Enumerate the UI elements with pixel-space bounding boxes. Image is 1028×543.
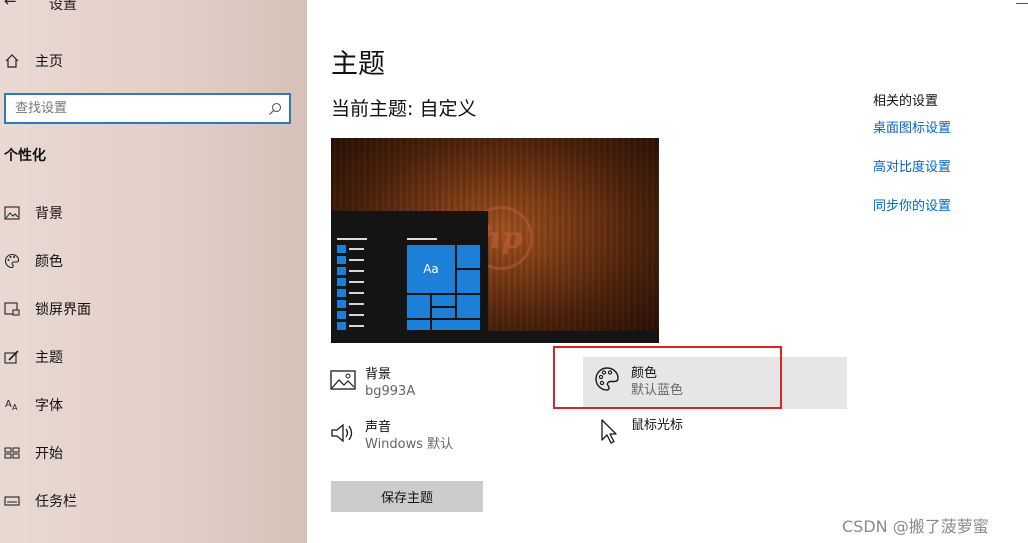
related-settings-title: 相关的设置 xyxy=(873,94,939,109)
taskbar-preview xyxy=(331,331,659,343)
background-option-label: 背景 xyxy=(365,367,392,382)
search-input[interactable] xyxy=(6,101,256,116)
current-theme-label: 当前主题: 自定义 xyxy=(331,98,477,120)
sidebar-item-taskbar[interactable]: 任务栏 xyxy=(0,489,300,513)
palette-icon xyxy=(2,251,22,271)
tile xyxy=(407,320,430,330)
sidebar-item-lock-screen[interactable]: 锁屏界面 xyxy=(0,297,300,321)
sidebar-item-label: 背景 xyxy=(35,206,63,222)
sound-option-text: 声音 Windows 默认 xyxy=(365,419,453,454)
tile xyxy=(432,295,455,306)
mouse-cursor-option-label: 鼠标光标 xyxy=(631,418,684,433)
back-arrow-icon[interactable]: ← xyxy=(4,0,17,10)
tile xyxy=(407,295,430,318)
tile xyxy=(432,320,480,330)
tile-aa: Aa xyxy=(407,245,455,293)
high-contrast-settings-link[interactable]: 高对比度设置 xyxy=(873,156,951,175)
speaker-icon xyxy=(329,419,357,447)
start-grid-icon xyxy=(2,443,22,463)
sidebar-item-label: 主页 xyxy=(35,54,63,70)
font-icon: AA xyxy=(2,395,22,415)
mouse-cursor-option[interactable]: 鼠标光标 xyxy=(593,417,793,449)
image-icon xyxy=(329,366,357,394)
sidebar-item-home[interactable]: 主页 xyxy=(0,50,63,72)
page-title: 主题 xyxy=(331,49,385,80)
svg-text:A: A xyxy=(5,399,12,410)
tile xyxy=(457,245,480,268)
watermark-text: CSDN @搬了菠萝蜜 xyxy=(842,517,989,536)
sidebar-item-label: 字体 xyxy=(35,398,63,414)
sound-option-value: Windows 默认 xyxy=(365,437,454,452)
sidebar-item-fonts[interactable]: AA 字体 xyxy=(0,393,300,417)
sound-option[interactable]: 声音 Windows 默认 xyxy=(329,419,529,459)
background-option-text: 背景 bg993A xyxy=(365,366,415,401)
tile xyxy=(457,270,480,293)
sidebar-item-background[interactable]: 背景 xyxy=(0,201,300,225)
menu-header-line xyxy=(337,238,367,240)
save-theme-button[interactable]: 保存主题 xyxy=(331,481,483,512)
taskbar-icon xyxy=(2,491,22,511)
sidebar: ← 设置 主页 个性化 背景 颜色 锁屏界面 主题 xyxy=(0,0,307,543)
svg-text:A: A xyxy=(12,403,18,412)
highlight-annotation-box xyxy=(553,346,782,409)
search-icon[interactable] xyxy=(268,101,282,120)
mouse-cursor-option-text: 鼠标光标 xyxy=(631,417,683,434)
background-option[interactable]: 背景 bg993A xyxy=(329,366,529,406)
tile xyxy=(457,295,480,318)
sidebar-item-label: 锁屏界面 xyxy=(35,302,91,318)
home-icon xyxy=(2,51,22,71)
cursor-arrow-icon xyxy=(593,417,621,445)
sidebar-item-label: 开始 xyxy=(35,446,63,462)
section-header-personalization: 个性化 xyxy=(4,148,46,164)
window-edge-line xyxy=(1016,3,1028,4)
background-option-value: bg993A xyxy=(365,384,416,399)
search-box[interactable] xyxy=(4,93,291,124)
theme-brush-icon xyxy=(2,347,22,367)
sidebar-item-label: 主题 xyxy=(35,350,63,366)
theme-preview: hp Aa xyxy=(331,138,659,343)
start-menu-preview: Aa xyxy=(331,211,488,343)
main-content: 主题 当前主题: 自定义 hp Aa 背景 bg993A 声音 Windows … xyxy=(307,0,1028,543)
desktop-icon-settings-link[interactable]: 桌面图标设置 xyxy=(873,117,951,136)
lock-screen-icon xyxy=(2,299,22,319)
image-icon xyxy=(2,203,22,223)
related-settings: 相关的设置 桌面图标设置 高对比度设置 同步你的设置 xyxy=(873,90,951,214)
sync-settings-link[interactable]: 同步你的设置 xyxy=(873,195,951,214)
sidebar-item-themes[interactable]: 主题 xyxy=(0,345,300,369)
sidebar-item-label: 颜色 xyxy=(35,254,63,270)
sound-option-label: 声音 xyxy=(365,420,392,435)
settings-title: 设置 xyxy=(49,0,77,13)
tiles-header-line xyxy=(407,238,437,240)
sidebar-item-label: 任务栏 xyxy=(35,494,77,510)
sidebar-item-start[interactable]: 开始 xyxy=(0,441,300,465)
app-list-preview xyxy=(337,244,364,332)
tile xyxy=(432,308,455,318)
sidebar-item-color[interactable]: 颜色 xyxy=(0,249,300,273)
